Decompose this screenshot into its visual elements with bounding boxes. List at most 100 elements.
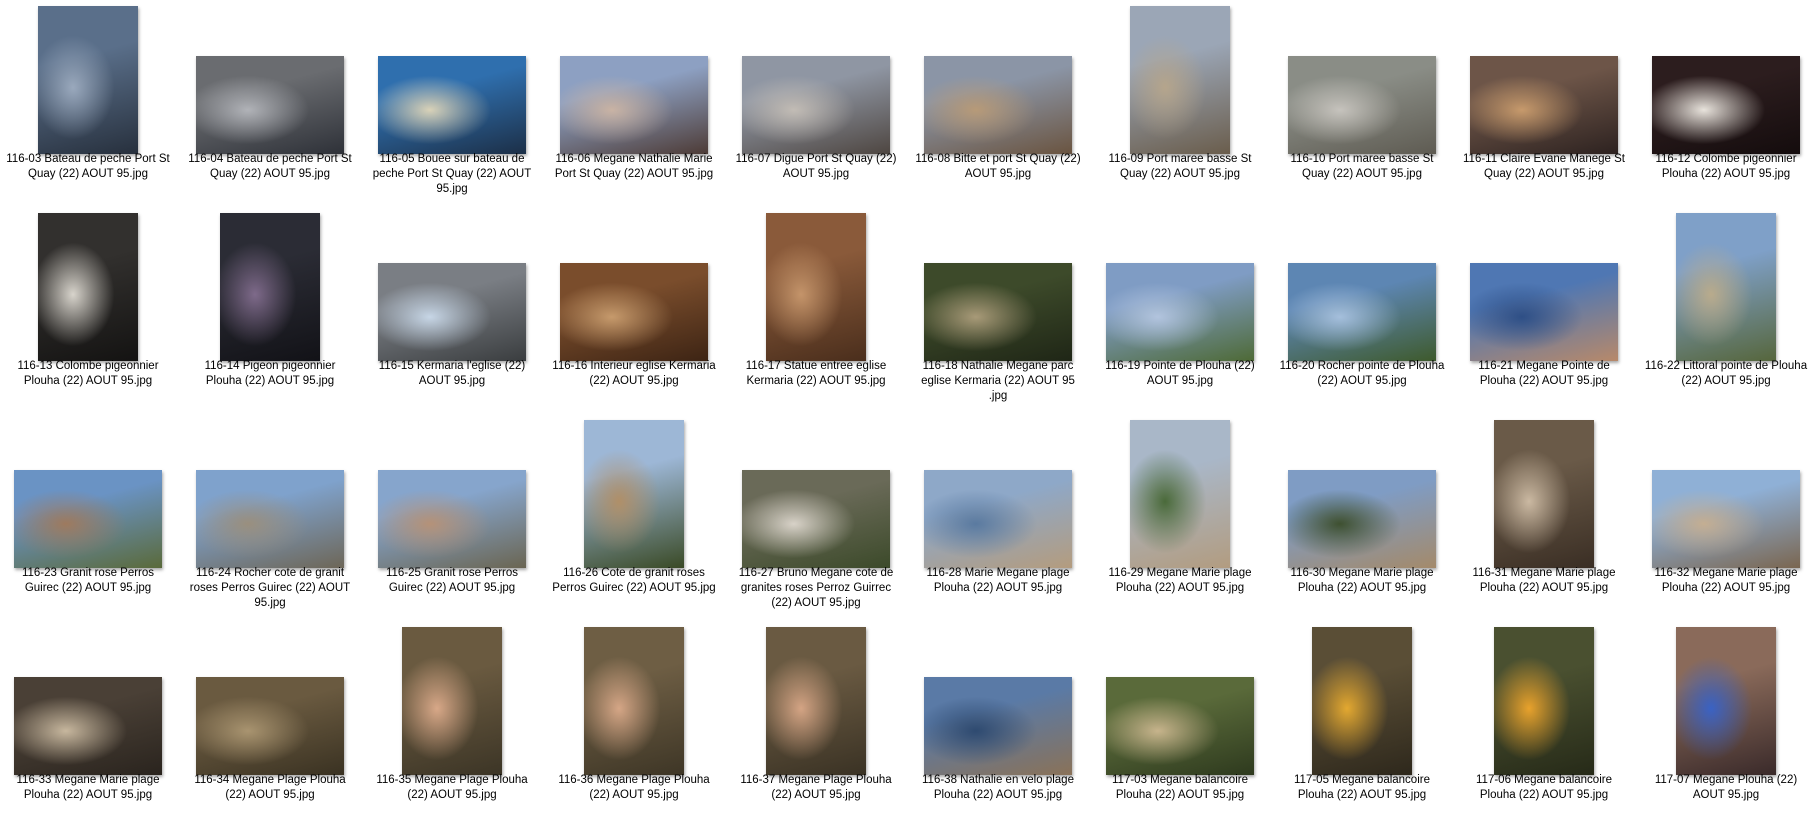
file-item[interactable]: 116-24 Rocher cote de granit roses Perro…: [184, 414, 356, 621]
file-item[interactable]: 116-30 Megane Marie plage Plouha (22) AO…: [1276, 414, 1448, 621]
file-name-label: 116-27 Bruno Megane cote de granites ros…: [738, 567, 894, 609]
file-item[interactable]: 117-03 Megane balancoire Plouha (22) AOU…: [1094, 621, 1266, 828]
file-name-label: 116-34 Megane Plage Plouha (22) AOUT 95.…: [194, 774, 346, 801]
image-thumbnail: [378, 263, 526, 361]
file-name-label: 116-35 Megane Plage Plouha (22) AOUT 95.…: [376, 774, 528, 801]
file-name-label: 116-08 Bitte et port St Quay (22) AOUT 9…: [915, 153, 1081, 180]
image-thumbnail: [38, 6, 138, 154]
file-item[interactable]: 116-05 Bouee sur bateau de peche Port St…: [366, 0, 538, 207]
file-item[interactable]: 116-22 Littoral pointe de Plouha (22) AO…: [1640, 207, 1812, 414]
file-item[interactable]: 116-25 Granit rose Perros Guirec (22) AO…: [366, 414, 538, 621]
image-thumbnail: [1494, 420, 1594, 568]
file-item[interactable]: 116-06 Megane Nathalie Marie Port St Qua…: [548, 0, 720, 207]
file-item[interactable]: 116-07 Digue Port St Quay (22) AOUT 95.j…: [730, 0, 902, 207]
image-thumbnail: [1130, 6, 1230, 154]
file-name-label: 116-09 Port maree basse St Quay (22) AOU…: [1108, 153, 1252, 180]
file-name-label: 116-30 Megane Marie plage Plouha (22) AO…: [1290, 567, 1434, 594]
file-item[interactable]: 116-20 Rocher pointe de Plouha (22) AOUT…: [1276, 207, 1448, 414]
file-item[interactable]: 116-17 Statue entree eglise Kermaria (22…: [730, 207, 902, 414]
file-name-label: 116-10 Port maree basse St Quay (22) AOU…: [1290, 153, 1434, 180]
file-item[interactable]: 116-37 Megane Plage Plouha (22) AOUT 95.…: [730, 621, 902, 828]
image-thumbnail: [196, 56, 344, 154]
file-name-label: 116-23 Granit rose Perros Guirec (22) AO…: [21, 567, 155, 594]
image-thumbnail: [584, 627, 684, 775]
file-item[interactable]: 116-11 Claire Evane Manege St Quay (22) …: [1458, 0, 1630, 207]
image-thumbnail: [1312, 627, 1412, 775]
file-name-label: 116-14 Pigeon pigeonnier Plouha (22) AOU…: [204, 360, 336, 387]
thumbnail-frame: [1646, 420, 1806, 568]
file-item[interactable]: 116-38 Nathalie en velo plage Plouha (22…: [912, 621, 1084, 828]
image-thumbnail: [742, 470, 890, 568]
file-item[interactable]: 117-07 Megane Plouha (22) AOUT 95.jpg: [1640, 621, 1812, 828]
image-thumbnail: [378, 56, 526, 154]
thumbnail-frame: [918, 420, 1078, 568]
file-name-label: 116-15 Kermaria l'eglise (22) AOUT 95.jp…: [378, 360, 526, 387]
image-thumbnail: [1288, 470, 1436, 568]
file-item[interactable]: 117-06 Megane balancoire Plouha (22) AOU…: [1458, 621, 1630, 828]
thumbnail-frame: [918, 627, 1078, 775]
image-thumbnail: [196, 677, 344, 775]
file-name-label: 116-04 Bateau de peche Port St Quay (22)…: [188, 153, 352, 180]
file-name-label: 116-38 Nathalie en velo plage Plouha (22…: [922, 774, 1074, 801]
file-name-label: 116-03 Bateau de peche Port St Quay (22)…: [6, 153, 170, 180]
file-grid: 116-03 Bateau de peche Port St Quay (22)…: [0, 0, 1812, 830]
file-name-label: 117-07 Megane Plouha (22) AOUT 95.jpg: [1654, 774, 1798, 801]
file-item[interactable]: 116-28 Marie Megane plage Plouha (22) AO…: [912, 414, 1084, 621]
image-thumbnail: [584, 420, 684, 568]
thumbnail-frame: [918, 6, 1078, 154]
image-thumbnail: [220, 213, 320, 361]
thumbnail-frame: [1464, 213, 1624, 361]
file-item[interactable]: 116-10 Port maree basse St Quay (22) AOU…: [1276, 0, 1448, 207]
file-item[interactable]: 116-03 Bateau de peche Port St Quay (22)…: [2, 0, 174, 207]
file-item[interactable]: 116-26 Cote de granit roses Perros Guire…: [548, 414, 720, 621]
thumbnail-frame: [736, 420, 896, 568]
file-item[interactable]: 116-29 Megane Marie plage Plouha (22) AO…: [1094, 414, 1266, 621]
file-name-label: 116-32 Megane Marie plage Plouha (22) AO…: [1654, 567, 1798, 594]
file-item[interactable]: 116-12 Colombe pigeonnier Plouha (22) AO…: [1640, 0, 1812, 207]
file-item[interactable]: 116-13 Colombe pigeonnier Plouha (22) AO…: [2, 207, 174, 414]
thumbnail-frame: [190, 6, 350, 154]
file-item[interactable]: 116-16 Interieur eglise Kermaria (22) AO…: [548, 207, 720, 414]
file-item[interactable]: 116-09 Port maree basse St Quay (22) AOU…: [1094, 0, 1266, 207]
file-item[interactable]: 116-27 Bruno Megane cote de granites ros…: [730, 414, 902, 621]
file-name-label: 116-26 Cote de granit roses Perros Guire…: [552, 567, 716, 594]
file-name-label: 116-07 Digue Port St Quay (22) AOUT 95.j…: [735, 153, 897, 180]
file-item[interactable]: 116-18 Nathalie Megane parc eglise Kerma…: [912, 207, 1084, 414]
thumbnail-frame: [8, 420, 168, 568]
file-item[interactable]: 116-15 Kermaria l'eglise (22) AOUT 95.jp…: [366, 207, 538, 414]
thumbnail-frame: [1282, 627, 1442, 775]
file-item[interactable]: 116-33 Megane Marie plage Plouha (22) AO…: [2, 621, 174, 828]
thumbnail-frame: [1646, 6, 1806, 154]
image-thumbnail: [924, 470, 1072, 568]
file-item[interactable]: 116-35 Megane Plage Plouha (22) AOUT 95.…: [366, 621, 538, 828]
file-item[interactable]: 116-23 Granit rose Perros Guirec (22) AO…: [2, 414, 174, 621]
file-item[interactable]: 116-21 Megane Pointe de Plouha (22) AOUT…: [1458, 207, 1630, 414]
file-name-label: 116-16 Interieur eglise Kermaria (22) AO…: [552, 360, 716, 387]
file-item[interactable]: 116-34 Megane Plage Plouha (22) AOUT 95.…: [184, 621, 356, 828]
thumbnail-frame: [736, 627, 896, 775]
image-thumbnail: [560, 56, 708, 154]
thumbnail-frame: [1464, 627, 1624, 775]
file-item[interactable]: 116-08 Bitte et port St Quay (22) AOUT 9…: [912, 0, 1084, 207]
image-thumbnail: [1106, 677, 1254, 775]
file-name-label: 116-11 Claire Evane Manege St Quay (22) …: [1463, 153, 1625, 180]
image-thumbnail: [1470, 263, 1618, 361]
file-item[interactable]: 116-04 Bateau de peche Port St Quay (22)…: [184, 0, 356, 207]
file-item[interactable]: 116-31 Megane Marie plage Plouha (22) AO…: [1458, 414, 1630, 621]
image-thumbnail: [766, 627, 866, 775]
file-item[interactable]: 116-32 Megane Marie plage Plouha (22) AO…: [1640, 414, 1812, 621]
image-thumbnail: [924, 56, 1072, 154]
thumbnail-frame: [1646, 627, 1806, 775]
file-name-label: 116-31 Megane Marie plage Plouha (22) AO…: [1472, 567, 1616, 594]
thumbnail-frame: [8, 627, 168, 775]
image-thumbnail: [1470, 56, 1618, 154]
file-item[interactable]: 116-14 Pigeon pigeonnier Plouha (22) AOU…: [184, 207, 356, 414]
thumbnail-frame: [1100, 213, 1260, 361]
file-item[interactable]: 116-19 Pointe de Plouha (22) AOUT 95.jpg: [1094, 207, 1266, 414]
file-item[interactable]: 116-36 Megane Plage Plouha (22) AOUT 95.…: [548, 621, 720, 828]
file-name-label: 117-06 Megane balancoire Plouha (22) AOU…: [1476, 774, 1612, 801]
file-name-label: 116-24 Rocher cote de granit roses Perro…: [189, 567, 351, 609]
file-item[interactable]: 117-05 Megane balancoire Plouha (22) AOU…: [1276, 621, 1448, 828]
image-thumbnail: [1288, 263, 1436, 361]
thumbnail-frame: [554, 6, 714, 154]
